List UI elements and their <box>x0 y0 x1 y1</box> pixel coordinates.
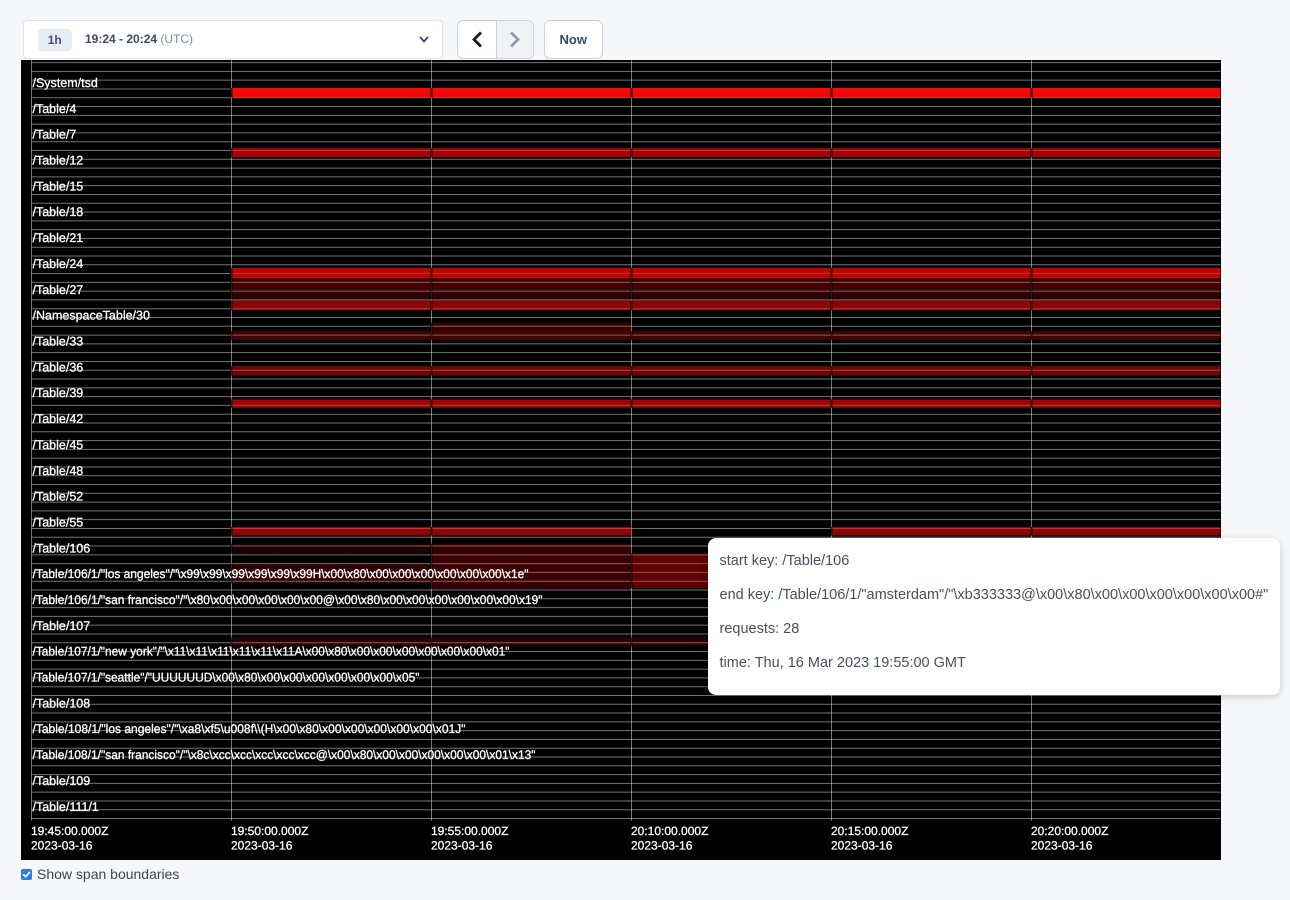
svg-text:2023-03-16: 2023-03-16 <box>1031 839 1093 853</box>
svg-text:/Table/45: /Table/45 <box>33 438 84 452</box>
svg-text:/Table/111/1: /Table/111/1 <box>33 800 99 814</box>
svg-text:/Table/106: /Table/106 <box>33 541 91 555</box>
svg-text:/Table/108: /Table/108 <box>33 696 91 710</box>
svg-text:20:15:00.000Z: 20:15:00.000Z <box>831 824 908 838</box>
svg-text:/Table/108/1/"los angeles"/"\x: /Table/108/1/"los angeles"/"\xa8\xf5\u00… <box>33 722 466 736</box>
svg-text:2023-03-16: 2023-03-16 <box>831 839 893 853</box>
svg-text:/Table/15: /Table/15 <box>33 179 84 193</box>
svg-text:/NamespaceTable/30: /NamespaceTable/30 <box>33 309 150 323</box>
svg-text:2023-03-16: 2023-03-16 <box>231 839 293 853</box>
svg-text:/Table/107/1/"seattle"/"UUUUUU: /Table/107/1/"seattle"/"UUUUUUD\x00\x80\… <box>33 671 420 685</box>
svg-text:/Table/24: /Table/24 <box>33 257 84 271</box>
svg-text:/Table/27: /Table/27 <box>33 283 84 297</box>
svg-text:/System/tsd: /System/tsd <box>33 76 98 90</box>
svg-text:/Table/39: /Table/39 <box>33 386 84 400</box>
svg-text:/Table/48: /Table/48 <box>33 464 84 478</box>
svg-text:20:20:00.000Z: 20:20:00.000Z <box>1031 824 1108 838</box>
svg-text:/Table/106/1/"los angeles"/"\x: /Table/106/1/"los angeles"/"\x99\x99\x99… <box>33 567 529 581</box>
svg-text:19:50:00.000Z: 19:50:00.000Z <box>231 824 308 838</box>
svg-text:/Table/109: /Table/109 <box>33 774 91 788</box>
svg-text:/Table/52: /Table/52 <box>33 490 84 504</box>
svg-text:/Table/106/1/"san francisco"/": /Table/106/1/"san francisco"/"\x80\x00\x… <box>33 593 543 607</box>
svg-text:2023-03-16: 2023-03-16 <box>31 839 93 853</box>
svg-text:/Table/55: /Table/55 <box>33 516 84 530</box>
svg-text:19:55:00.000Z: 19:55:00.000Z <box>431 824 508 838</box>
svg-text:/Table/107/1/"new york"/"\x11\: /Table/107/1/"new york"/"\x11\x11\x11\x1… <box>33 645 510 659</box>
svg-text:/Table/18: /Table/18 <box>33 205 84 219</box>
svg-text:/Table/108/1/"san francisco"/": /Table/108/1/"san francisco"/"\x8c\xcc\x… <box>33 748 536 762</box>
svg-text:/Table/21: /Table/21 <box>33 231 84 245</box>
svg-text:2023-03-16: 2023-03-16 <box>431 839 493 853</box>
svg-text:2023-03-16: 2023-03-16 <box>631 839 693 853</box>
svg-text:/Table/42: /Table/42 <box>33 412 84 426</box>
svg-text:/Table/4: /Table/4 <box>33 102 77 116</box>
svg-text:19:45:00.000Z: 19:45:00.000Z <box>31 824 108 838</box>
svg-text:/Table/107: /Table/107 <box>33 619 91 633</box>
svg-text:/Table/7: /Table/7 <box>33 128 77 142</box>
svg-text:20:10:00.000Z: 20:10:00.000Z <box>631 824 708 838</box>
svg-text:/Table/36: /Table/36 <box>33 360 84 374</box>
svg-text:/Table/33: /Table/33 <box>33 335 84 349</box>
svg-text:/Table/12: /Table/12 <box>33 154 84 168</box>
